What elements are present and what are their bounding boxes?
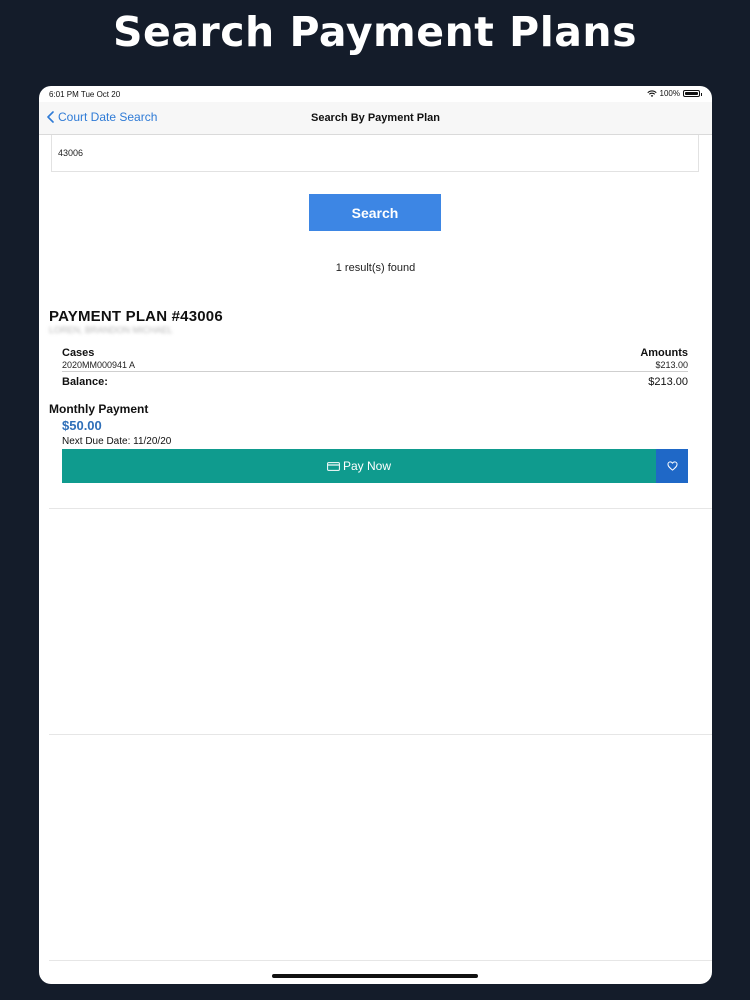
balance-label: Balance: [62,376,108,388]
wifi-icon [646,90,657,97]
status-time: 6:01 PM Tue Oct 20 [49,90,121,99]
battery-percent: 100% [659,89,680,98]
favorite-button[interactable] [656,449,688,483]
balance-value: $213.00 [648,376,688,388]
monthly-payment-label: Monthly Payment [49,402,149,416]
section-divider [49,960,712,961]
status-bar: 6:01 PM Tue Oct 20 100% [39,86,712,102]
next-due-date: Next Due Date: 11/20/20 [62,436,172,447]
case-amount: $213.00 [655,360,688,370]
results-count: 1 result(s) found [335,262,416,274]
marketing-title: Search Payment Plans [112,8,638,56]
credit-card-icon [327,461,340,471]
page-title: Search By Payment Plan [310,112,440,124]
navigation-bar: Court Date Search Search By Payment Plan [39,102,712,135]
monthly-payment-amount: $50.00 [62,418,102,433]
pay-now-label: Pay Now [342,459,392,473]
home-indicator[interactable] [272,974,478,978]
status-indicators: 100% [646,89,702,98]
case-divider [62,371,688,372]
section-divider [49,508,712,509]
payment-plan-title: PAYMENT PLAN #43006 [49,308,223,325]
plan-owner-name-redacted: LOREN, BRANDON MICHAEL [49,325,173,335]
case-number: 2020MM000941 A [62,360,136,370]
section-divider [49,734,712,735]
payment-plan-search-input[interactable]: 43006 [51,135,699,172]
heart-icon [666,461,678,471]
ipad-screen: 6:01 PM Tue Oct 20 100% Court Date Searc… [39,86,712,984]
pay-now-button[interactable]: Pay Now [62,449,656,483]
battery-icon [683,90,702,97]
search-button[interactable]: Search [309,194,441,231]
cases-column-header: Cases [62,347,95,359]
amounts-column-header: Amounts [640,347,688,359]
